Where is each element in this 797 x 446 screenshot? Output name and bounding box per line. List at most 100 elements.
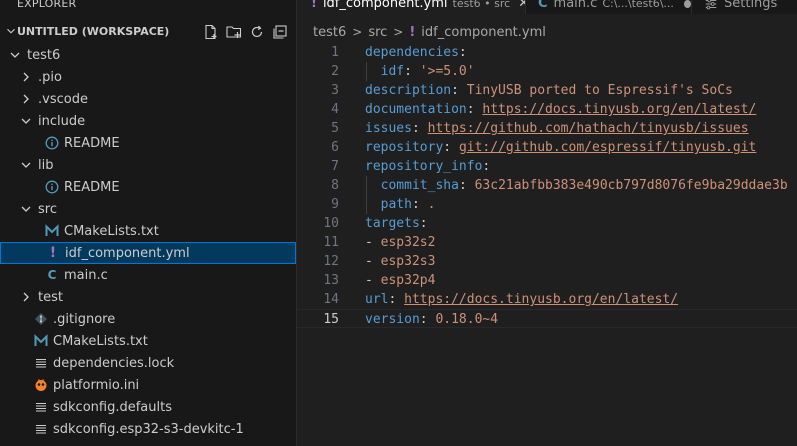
tab-main-c[interactable]: C main.c C:\...\test6\... <box>525 0 691 14</box>
indent-guide <box>366 176 367 214</box>
code-token: . <box>427 197 436 212</box>
chevron-down-icon[interactable] <box>4 24 18 38</box>
tree-item-label: README <box>64 179 120 195</box>
line-content: - esp32s3 <box>365 252 435 271</box>
tree-item-cmakelists-txt[interactable]: CMakeLists.txt <box>0 220 296 242</box>
info-icon <box>44 135 60 151</box>
code-line[interactable]: 14 url: https://docs.tinyusb.org/en/lates… <box>297 290 797 309</box>
new-folder-icon[interactable] <box>225 23 243 41</box>
tree-item-sdkconfig-defaults[interactable]: sdkconfig.defaults <box>0 396 296 418</box>
code-line[interactable]: 15 version: 0.18.0~4 <box>297 309 797 328</box>
tree-item-label: .pio <box>38 69 62 85</box>
tree-item-label: sdkconfig.defaults <box>53 399 172 415</box>
tree-item-idf-component-yml[interactable]: ! idf_component.yml <box>0 242 296 264</box>
line-number: 11 <box>323 235 339 250</box>
line-number: 3 <box>331 83 339 98</box>
tree-item-label: CMakeLists.txt <box>53 333 148 349</box>
tree-item-test[interactable]: test <box>0 286 296 308</box>
tree-item-lib[interactable]: lib <box>0 154 296 176</box>
line-number: 7 <box>331 159 339 174</box>
code-token: esp32p4 <box>380 273 436 288</box>
tree-item-main-c[interactable]: Cmain.c <box>0 264 296 286</box>
line-content: commit_sha: 63c21abfbb383e490cb797d8076f… <box>365 176 788 195</box>
code-line[interactable]: 10 targets: <box>297 214 797 233</box>
tree-item-dependencies-lock[interactable]: dependencies.lock <box>0 352 296 374</box>
new-file-icon[interactable] <box>202 23 220 41</box>
code-token: url <box>365 292 389 307</box>
chevron-right-icon <box>18 289 34 305</box>
tree-item-cmakelists-txt[interactable]: CMakeLists.txt <box>0 330 296 352</box>
code-token: 63c21abfbb383e490cb797d8076fe9ba29ddae3b <box>474 178 788 193</box>
code-line[interactable]: 8 commit_sha: 63c21abfbb383e490cb797d807… <box>297 176 797 195</box>
code-token: : <box>419 216 428 231</box>
line-content: - esp32p4 <box>365 271 435 290</box>
tab-label: Settings <box>724 0 778 11</box>
code-line[interactable]: 6 repository: git://github.com/espressif/… <box>297 138 797 157</box>
tree-item-test6[interactable]: test6 <box>0 44 296 66</box>
tree-item-readme[interactable]: README <box>0 132 296 154</box>
tree-item-label: main.c <box>64 267 108 283</box>
chevron-right-icon: > <box>352 25 363 39</box>
code-token: : <box>411 197 428 212</box>
tree-item-src[interactable]: src <box>0 198 296 220</box>
code-token: - <box>365 254 381 269</box>
tree-item-readme[interactable]: README <box>0 176 296 198</box>
code-line[interactable]: 9 path: . <box>297 195 797 214</box>
explorer-title: EXPLORER <box>17 0 77 10</box>
tree-item-label: README <box>64 135 120 151</box>
tree-item-platformio-ini[interactable]: platformio.ini <box>0 374 296 396</box>
tab-label: idf_component.yml <box>322 0 448 11</box>
breadcrumb-item[interactable]: test6 <box>313 25 346 40</box>
code-token: : <box>388 292 405 307</box>
line-content: path: . <box>365 195 436 214</box>
tree-item-label: .vscode <box>38 91 88 107</box>
line-content: issues: https://github.com/hathach/tinyu… <box>365 119 749 138</box>
line-content: url: https://docs.tinyusb.org/en/latest/ <box>365 290 678 309</box>
unsaved-dot-icon[interactable] <box>683 0 691 8</box>
breadcrumb-item[interactable]: src <box>368 25 387 40</box>
tree-item-sdkconfig-esp32-s3-devkitc-1[interactable]: sdkconfig.esp32-s3-devkitc-1 <box>0 418 296 440</box>
workspace-title: UNTITLED (WORKSPACE) <box>17 25 170 38</box>
code-line[interactable]: 2 idf: '>=5.0' <box>297 62 797 81</box>
refresh-icon[interactable] <box>248 23 266 41</box>
tree-item-label: test <box>38 289 63 305</box>
tree-item-include[interactable]: include <box>0 110 296 132</box>
code-line[interactable]: 4 documentation: https://docs.tinyusb.org… <box>297 100 797 119</box>
tab-idf-component[interactable]: ! idf_component.yml test6 • src ✕ <box>297 0 525 14</box>
code-token: path <box>380 197 412 212</box>
code-line[interactable]: 12 - esp32s3 <box>297 252 797 271</box>
workspace-header[interactable]: UNTITLED (WORKSPACE) <box>0 21 296 43</box>
code-line[interactable]: 5 issues: https://github.com/hathach/tiny… <box>297 119 797 138</box>
line-number: 10 <box>323 216 339 231</box>
collapse-all-icon[interactable] <box>271 23 289 41</box>
code-token: : <box>411 121 428 136</box>
yaml-file-icon: ! <box>409 24 416 40</box>
tree-item-gitignore[interactable]: .gitignore <box>0 308 296 330</box>
code-line[interactable]: 3 description: TinyUSB ported to Espressi… <box>297 81 797 100</box>
breadcrumb: test6 > src > ! idf_component.yml <box>313 23 546 41</box>
c-file-icon: C <box>538 0 548 11</box>
code-line[interactable]: 1 dependencies: <box>297 43 797 62</box>
git-file-icon <box>33 311 49 327</box>
cmake-file-icon <box>33 333 49 349</box>
line-number: 1 <box>331 45 339 60</box>
info-icon <box>44 179 60 195</box>
breadcrumb-file[interactable]: idf_component.yml <box>421 25 546 40</box>
code-token: version <box>365 312 420 327</box>
indent-guide <box>366 62 367 81</box>
line-number: 15 <box>323 312 339 327</box>
tree-item-label: idf_component.yml <box>65 245 190 261</box>
tree-item-vscode[interactable]: .vscode <box>0 88 296 110</box>
tree-item-label: dependencies.lock <box>53 355 175 371</box>
code-token: 0.18.0~4 <box>435 312 499 327</box>
close-icon[interactable]: ✕ <box>518 0 525 11</box>
code-line[interactable]: 7 repository_info: <box>297 157 797 176</box>
line-number: 6 <box>331 140 339 155</box>
tree-item-pio[interactable]: .pio <box>0 66 296 88</box>
code-line[interactable]: 13 - esp32p4 <box>297 271 797 290</box>
tab-settings[interactable]: Settings <box>691 0 797 14</box>
code-line[interactable]: 11 - esp32s2 <box>297 233 797 252</box>
line-content: dependencies: <box>365 43 467 62</box>
